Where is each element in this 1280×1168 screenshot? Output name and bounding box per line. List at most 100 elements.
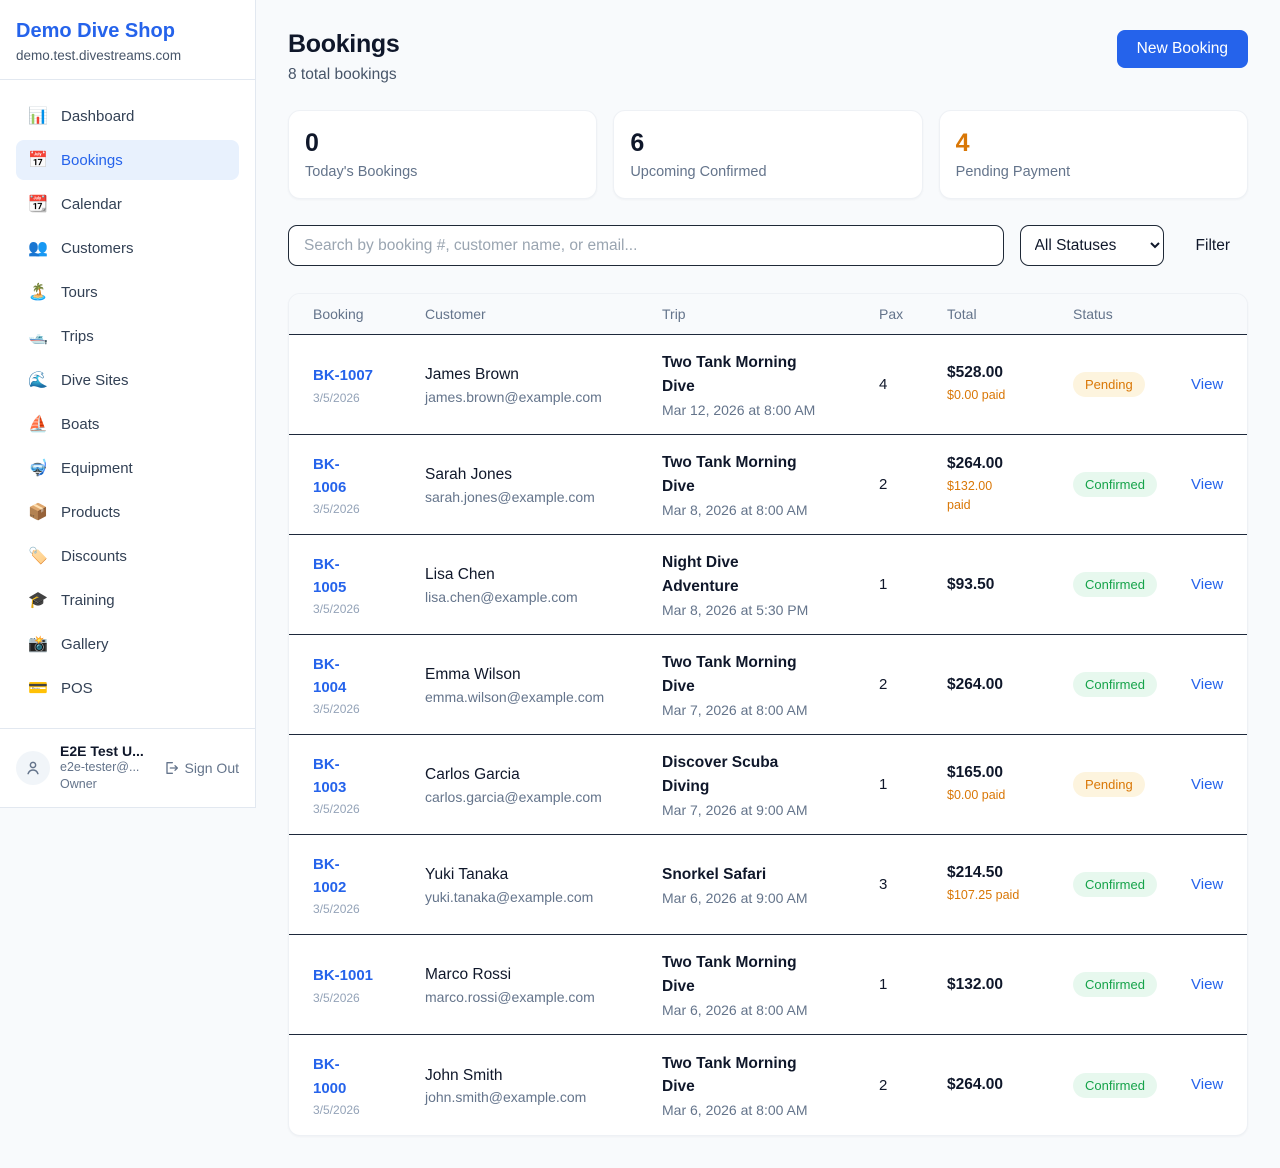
view-link[interactable]: View [1191,476,1223,493]
booking-id-link[interactable]: BK-1002 [313,853,353,900]
booking-created-date: 3/5/2026 [313,702,425,716]
trip-cell: Two Tank Morning Dive Mar 12, 2026 at 8:… [662,351,879,418]
view-link[interactable]: View [1191,776,1223,793]
view-cell: View [1191,576,1223,594]
sidebar-item-pos[interactable]: 💳 POS [16,668,239,708]
booking-created-date: 3/5/2026 [313,902,425,916]
booking-id-link[interactable]: BK-1006 [313,453,353,500]
stat-card-pending-payment: 4 Pending Payment [939,110,1248,199]
booking-cell: BK-1005 3/5/2026 [313,553,425,617]
package-icon: 📦 [28,502,48,522]
table-row: BK-1002 3/5/2026 Yuki Tanaka yuki.tanaka… [289,835,1247,935]
customer-name: Lisa Chen [425,564,662,586]
sidebar-item-products[interactable]: 📦 Products [16,492,239,532]
customer-name: John Smith [425,1065,662,1087]
sidebar-item-boats[interactable]: ⛵ Boats [16,404,239,444]
sidebar-item-gallery[interactable]: 📸 Gallery [16,624,239,664]
sidebar-item-label: Bookings [61,152,123,169]
new-booking-button[interactable]: New Booking [1117,30,1248,68]
sidebar-item-label: Calendar [61,196,122,213]
view-link[interactable]: View [1191,376,1223,393]
sidebar-item-tours[interactable]: 🏝️ Tours [16,272,239,312]
user-email: e2e-tester@... [60,759,153,776]
column-header-booking: Booking [313,306,425,322]
sidebar-item-trips[interactable]: 🛥️ Trips [16,316,239,356]
stat-value: 6 [630,129,905,158]
view-link[interactable]: View [1191,676,1223,693]
pax-count: 2 [879,1077,947,1094]
status-cell: Confirmed [1073,472,1191,497]
view-link[interactable]: View [1191,1076,1223,1093]
booking-cell: BK-1006 3/5/2026 [313,453,425,517]
customer-cell: Yuki Tanaka yuki.tanaka@example.com [425,864,662,905]
status-badge: Confirmed [1073,672,1157,697]
sidebar-item-dive-sites[interactable]: 🌊 Dive Sites [16,360,239,400]
diving-mask-icon: 🤿 [28,458,48,478]
booking-id-link[interactable]: BK-1005 [313,553,353,600]
user-info: E2E Test U... e2e-tester@... Owner [60,743,153,793]
status-cell: Pending [1073,772,1191,797]
column-header-total: Total [947,306,1073,322]
booking-id-link[interactable]: BK-1001 [313,964,373,987]
trip-cell: Two Tank Morning Dive Mar 6, 2026 at 8:0… [662,951,879,1018]
total-cell: $264.00 $132.00 paid [947,455,1073,513]
customer-email: james.brown@example.com [425,389,662,405]
user-section: E2E Test U... e2e-tester@... Owner Sign … [0,728,255,807]
status-badge: Pending [1073,772,1145,797]
sidebar-item-customers[interactable]: 👥 Customers [16,228,239,268]
trip-cell: Two Tank Morning Dive Mar 8, 2026 at 8:0… [662,451,879,518]
filter-button[interactable]: Filter [1180,237,1248,255]
view-cell: View [1191,376,1223,394]
sidebar-item-discounts[interactable]: 🏷️ Discounts [16,536,239,576]
sidebar-item-dashboard[interactable]: 📊 Dashboard [16,96,239,136]
booking-id-link[interactable]: BK-1007 [313,364,373,387]
trip-datetime: Mar 7, 2026 at 8:00 AM [662,702,879,718]
sign-out-button[interactable]: Sign Out [163,760,239,776]
booking-created-date: 3/5/2026 [313,391,425,405]
sidebar-item-bookings[interactable]: 📅 Bookings [16,140,239,180]
sidebar-item-equipment[interactable]: 🤿 Equipment [16,448,239,488]
search-input[interactable] [288,225,1004,266]
trip-datetime: Mar 8, 2026 at 8:00 AM [662,502,879,518]
trip-cell: Discover Scuba Diving Mar 7, 2026 at 9:0… [662,751,879,818]
status-badge: Confirmed [1073,1073,1157,1098]
main-content: Bookings 8 total bookings New Booking 0 … [256,0,1280,1168]
view-link[interactable]: View [1191,876,1223,893]
pax-count: 2 [879,676,947,693]
tag-icon: 🏷️ [28,546,48,566]
sidebar-item-training[interactable]: 🎓 Training [16,580,239,620]
booking-id-link[interactable]: BK-1000 [313,1053,353,1100]
person-icon [24,759,42,777]
paid-amount: $0.00 paid [947,386,1073,404]
total-amount: $214.50 [947,864,1073,882]
sidebar-item-label: Discounts [61,548,127,565]
status-cell: Confirmed [1073,1073,1191,1098]
customer-cell: Lisa Chen lisa.chen@example.com [425,564,662,605]
total-amount: $264.00 [947,455,1073,473]
view-link[interactable]: View [1191,976,1223,993]
view-link[interactable]: View [1191,576,1223,593]
trip-cell: Night Dive Adventure Mar 8, 2026 at 5:30… [662,551,879,618]
trip-cell: Two Tank Morning Dive Mar 6, 2026 at 8:0… [662,1052,879,1119]
status-cell: Confirmed [1073,572,1191,597]
sidebar-header: Demo Dive Shop demo.test.divestreams.com [0,0,255,80]
status-filter-select[interactable]: All Statuses [1020,225,1164,266]
booking-cell: BK-1000 3/5/2026 [313,1053,425,1117]
customer-email: john.smith@example.com [425,1089,662,1105]
people-icon: 👥 [28,238,48,258]
pax-count: 1 [879,976,947,993]
booking-id-link[interactable]: BK-1004 [313,653,353,700]
stat-card-todays-bookings: 0 Today's Bookings [288,110,597,199]
pax-count: 4 [879,376,947,393]
credit-card-icon: 💳 [28,678,48,698]
sidebar-item-calendar[interactable]: 📆 Calendar [16,184,239,224]
customer-name: Carlos Garcia [425,764,662,786]
stat-label: Today's Bookings [305,164,580,180]
shop-name: Demo Dive Shop [16,18,239,44]
stat-card-upcoming-confirmed: 6 Upcoming Confirmed [613,110,922,199]
booking-id-link[interactable]: BK-1003 [313,753,353,800]
bookings-table: Booking Customer Trip Pax Total Status B… [288,293,1248,1136]
total-amount: $132.00 [947,976,1073,994]
total-amount: $93.50 [947,576,1073,594]
island-icon: 🏝️ [28,282,48,302]
